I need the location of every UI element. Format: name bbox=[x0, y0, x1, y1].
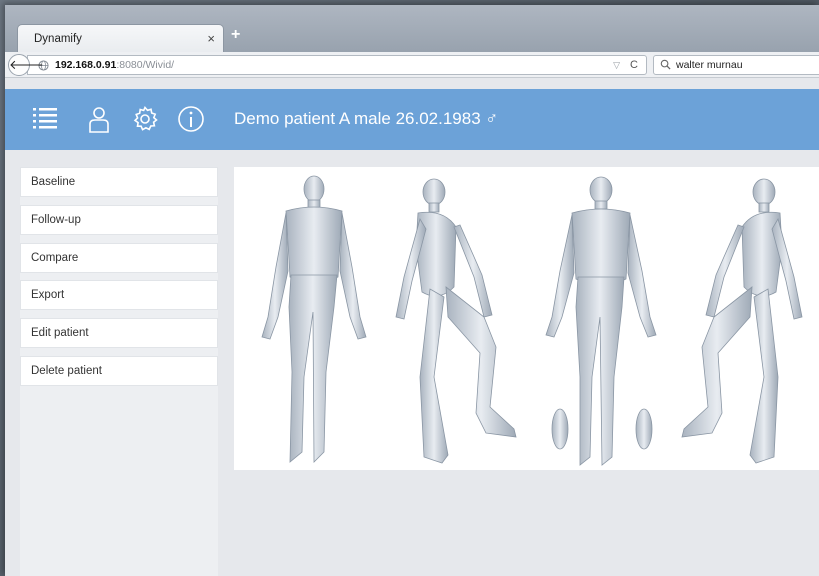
back-button[interactable]: 🡐 bbox=[8, 54, 44, 76]
side-menu: Baseline Follow-up Compare Export Edit p… bbox=[20, 167, 218, 576]
search-icon bbox=[660, 59, 671, 70]
menu-item-export[interactable]: Export bbox=[20, 280, 218, 310]
url-path: :8080/Wivid/ bbox=[116, 59, 175, 71]
user-icon[interactable] bbox=[85, 105, 113, 133]
body-figures bbox=[261, 175, 803, 466]
app-header: Demo patient A male 26.02.1983 ♂ bbox=[5, 89, 819, 150]
url-dropdown-icon[interactable]: ▽ bbox=[613, 56, 620, 74]
menu-item-edit-patient[interactable]: Edit patient bbox=[20, 318, 218, 348]
menu-item-compare[interactable]: Compare bbox=[20, 243, 218, 273]
info-icon[interactable] bbox=[177, 105, 205, 133]
address-bar[interactable]: 192.168.0.91:8080/Wivid/ ▽ C bbox=[27, 55, 647, 75]
menu-item-baseline[interactable]: Baseline bbox=[20, 167, 218, 197]
tab-close-icon[interactable]: × bbox=[207, 31, 215, 46]
search-value: walter murnau bbox=[676, 59, 743, 71]
navigation-bar: 192.168.0.91:8080/Wivid/ ▽ C 🡐 walter mu… bbox=[5, 52, 819, 78]
patient-title: Demo patient A male 26.02.1983 ♂ bbox=[234, 109, 499, 128]
gear-icon[interactable] bbox=[131, 105, 159, 133]
body-map-panel bbox=[234, 167, 819, 470]
back-view-figure[interactable] bbox=[545, 176, 657, 466]
tab-title: Dynamify bbox=[34, 33, 82, 45]
reload-icon[interactable]: C bbox=[630, 56, 638, 74]
front-view-figure[interactable] bbox=[261, 175, 367, 463]
tab-strip: Dynamify × + bbox=[5, 5, 819, 53]
list-icon[interactable] bbox=[31, 105, 59, 133]
search-field[interactable]: walter murnau bbox=[653, 55, 819, 75]
browser-window: Dynamify × + 192.168.0.91:8080/Wivid/ ▽ … bbox=[5, 5, 819, 576]
menu-item-delete-patient[interactable]: Delete patient bbox=[20, 356, 218, 386]
left-side-view-figure[interactable] bbox=[395, 178, 517, 464]
url-host-text: 192.168.0.91 bbox=[55, 59, 117, 71]
menu-item-follow-up[interactable]: Follow-up bbox=[20, 205, 218, 235]
browser-tab[interactable]: Dynamify × bbox=[17, 24, 224, 53]
url-host: 192.168.0.91:8080/Wivid/ bbox=[55, 56, 174, 74]
new-tab-icon[interactable]: + bbox=[231, 26, 240, 44]
right-side-view-figure[interactable] bbox=[681, 178, 803, 464]
back-arrow-icon: 🡐 bbox=[9, 57, 44, 72]
